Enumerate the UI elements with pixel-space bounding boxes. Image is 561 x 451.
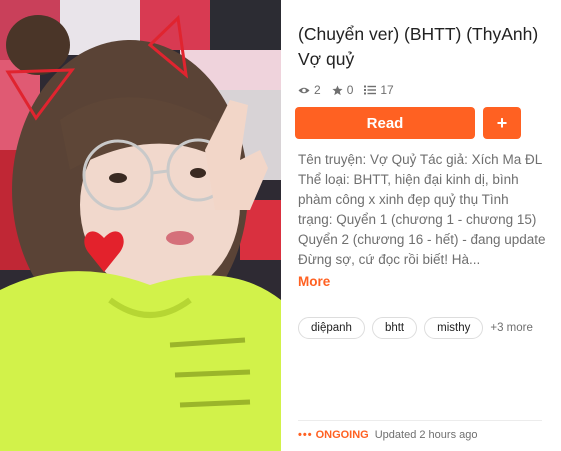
parts-count: 17 bbox=[380, 83, 394, 97]
views-count: 2 bbox=[314, 83, 321, 97]
cover-image[interactable] bbox=[0, 0, 281, 451]
tag-list: diệpanh bhtt misthy +3 more bbox=[298, 317, 533, 339]
status-badge: ONGOING bbox=[315, 429, 369, 441]
parts-stat: 17 bbox=[364, 83, 394, 97]
story-card: (Chuyển ver) (BHTT) (ThyAnh) Vợ quỷ 2 0 … bbox=[0, 0, 561, 451]
divider bbox=[298, 420, 542, 421]
status-dots-icon: ••• bbox=[298, 429, 313, 441]
views-stat: 2 bbox=[298, 83, 321, 97]
tag-item[interactable]: diệpanh bbox=[298, 317, 365, 339]
story-description: Tên truyện: Vợ Quỷ Tác giả: Xích Ma ĐL T… bbox=[298, 150, 546, 292]
star-icon bbox=[332, 84, 343, 95]
story-info: (Chuyển ver) (BHTT) (ThyAnh) Vợ quỷ 2 0 … bbox=[281, 0, 561, 451]
list-icon bbox=[364, 85, 377, 95]
votes-stat: 0 bbox=[332, 83, 354, 97]
updated-timestamp: Updated 2 hours ago bbox=[374, 429, 478, 441]
read-button[interactable]: Read bbox=[295, 107, 475, 139]
story-actions: Read + bbox=[295, 107, 521, 139]
votes-count: 0 bbox=[346, 83, 354, 97]
story-status: ••• ONGOING Updated 2 hours ago bbox=[298, 429, 477, 441]
add-to-library-button[interactable]: + bbox=[483, 107, 521, 139]
eye-icon bbox=[298, 87, 310, 93]
tag-item[interactable]: misthy bbox=[424, 317, 484, 339]
story-stats: 2 0 17 bbox=[298, 82, 543, 98]
more-link[interactable]: More bbox=[298, 272, 546, 292]
description-text: Tên truyện: Vợ Quỷ Tác giả: Xích Ma ĐL T… bbox=[298, 152, 546, 267]
story-title[interactable]: (Chuyển ver) (BHTT) (ThyAnh) Vợ quỷ bbox=[298, 22, 543, 72]
tag-item[interactable]: bhtt bbox=[371, 317, 418, 339]
more-tags-link[interactable]: +3 more bbox=[490, 322, 533, 334]
